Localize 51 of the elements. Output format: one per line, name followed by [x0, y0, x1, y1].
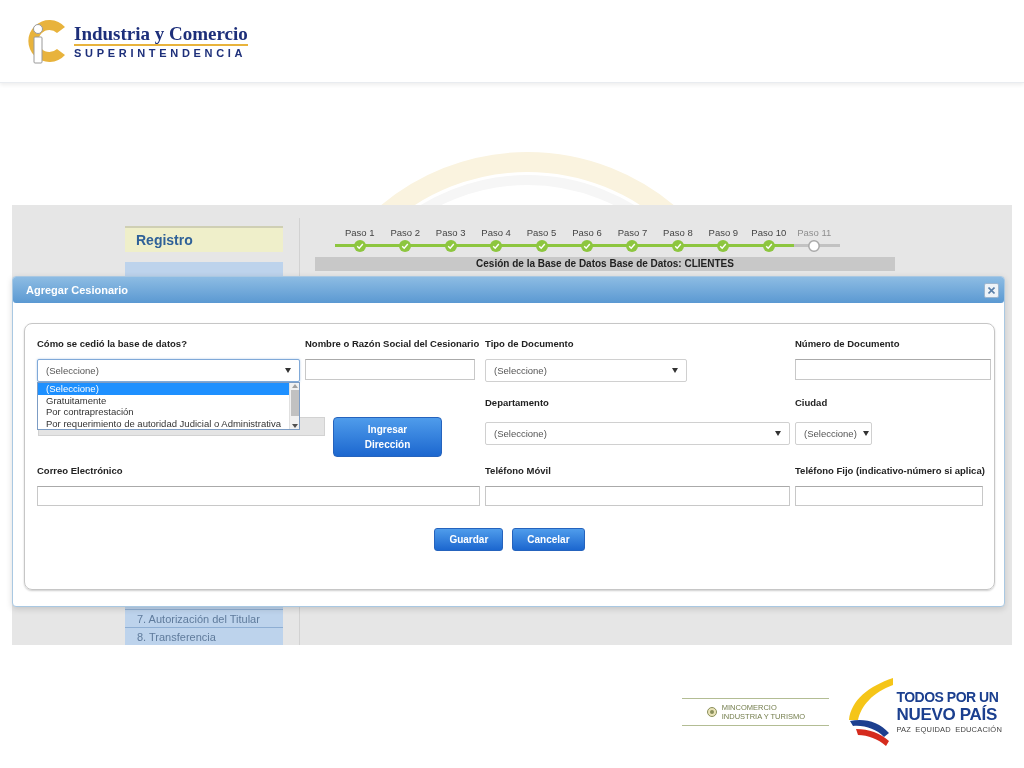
campaign-logo-icon	[847, 677, 894, 746]
step-label: Paso 4	[481, 226, 511, 239]
logo-title: Industria y Comercio	[74, 24, 248, 46]
step-label: Paso 8	[663, 226, 693, 239]
caret-icon	[285, 368, 291, 373]
text-field[interactable]	[37, 486, 480, 506]
cancel-button[interactable]: Cancelar	[512, 528, 585, 551]
sidebar-title: Registro	[125, 226, 283, 252]
step-label: Paso 9	[708, 226, 739, 239]
scrollbar[interactable]	[289, 383, 299, 429]
step-label: Paso 5	[526, 226, 557, 239]
field-label: Teléfono Fijo (indicativo-número si aplica)	[795, 464, 985, 478]
text-field[interactable]	[485, 486, 790, 506]
field-label: Departamento	[485, 396, 549, 410]
step-label: Paso 3	[435, 226, 466, 239]
caret-icon	[672, 368, 678, 373]
step-label: Paso 6	[572, 226, 602, 239]
caret-icon	[775, 431, 781, 436]
scrollbar-thumb[interactable]	[290, 390, 299, 416]
select-field[interactable]: (Seleccione)	[485, 422, 790, 445]
text-field[interactable]	[795, 486, 983, 506]
section-title: Cesión de la Base de Datos Base de Datos: CLIENTES	[315, 257, 895, 271]
step-label: Paso 7	[617, 226, 648, 239]
field-label: Ciudad	[795, 396, 828, 410]
text-field[interactable]	[795, 359, 991, 380]
field-label: Teléfono Móvil	[485, 464, 551, 478]
save-button[interactable]: Guardar	[434, 528, 504, 551]
field-label: Cómo se cedió la base de datos?	[37, 337, 187, 351]
step-label: Paso 2	[390, 226, 420, 239]
enter-address-button[interactable]: Ingresar Dirección	[333, 417, 442, 457]
emblem-icon	[706, 706, 717, 717]
close-button[interactable]	[984, 282, 999, 298]
select-field[interactable]: (Seleccione)	[795, 422, 872, 445]
field-label: Nombre o Razón Social del Cesionario	[305, 337, 480, 351]
field-label: Tipo de Documento	[485, 337, 574, 351]
field-label: Correo Electrónico	[37, 464, 123, 478]
step-label: Paso 11	[797, 226, 832, 239]
logo-subtitle: SUPERINTENDENCIA	[74, 47, 248, 60]
step-label: Paso 10	[751, 226, 787, 239]
campaign-title: TODOS POR UN	[896, 689, 1000, 705]
step-label: Paso 1	[344, 226, 375, 239]
field-label: Número de Documento	[795, 337, 900, 351]
text-field[interactable]	[305, 359, 475, 380]
select-field[interactable]: (Seleccione)	[485, 359, 687, 382]
campaign-title: NUEVO PAÍS	[896, 705, 999, 725]
scroll-up-icon[interactable]	[291, 384, 298, 388]
scroll-down-icon[interactable]	[291, 424, 298, 428]
dialog-title: Agregar Cesionario	[26, 284, 129, 296]
close-icon[interactable]	[988, 286, 995, 294]
caret-icon	[862, 431, 869, 436]
select-field[interactable]: (Seleccione)	[37, 359, 300, 382]
